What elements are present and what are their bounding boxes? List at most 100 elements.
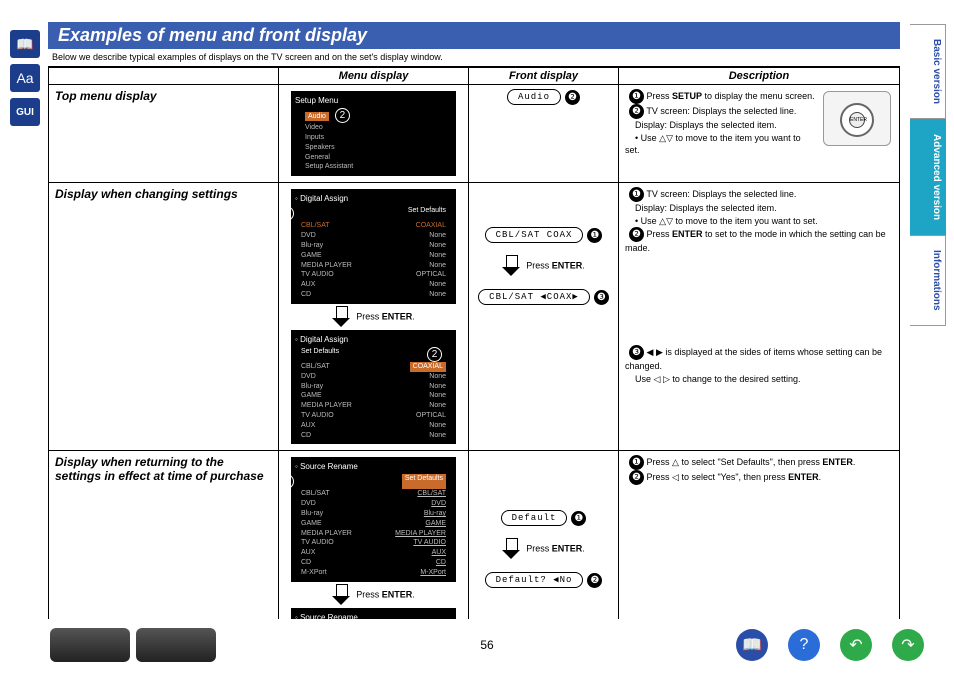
menu-value: None xyxy=(429,401,446,411)
badge-3-icon: ❸ xyxy=(594,290,609,305)
badge-1-icon: ❶ xyxy=(629,455,644,470)
page-subtitle: Below we describe typical examples of di… xyxy=(52,52,900,62)
menu-item: Inputs xyxy=(295,133,452,143)
gui-icon[interactable]: GUI xyxy=(10,98,40,126)
desc-text: • Use △▽ to move to the item you want to… xyxy=(635,216,818,226)
menu-item: DVD xyxy=(301,372,316,382)
menu-value: Blu-ray xyxy=(424,509,446,519)
col-empty xyxy=(49,67,279,85)
menu-item: AUX xyxy=(301,548,315,558)
row1-lcd: Audio xyxy=(507,89,561,105)
menu-item: AUX xyxy=(301,421,315,431)
arrow-down-icon xyxy=(332,584,350,606)
desc-text: Display: Displays the selected item. xyxy=(635,120,777,130)
arrow-down-icon xyxy=(502,255,520,277)
row2-menu2: ◦ Digital Assign Set Defaults 2 CBL/SATC… xyxy=(291,330,456,445)
menu-title: Digital Assign xyxy=(300,194,348,203)
menu-item: Video xyxy=(295,123,452,133)
page-title: Examples of menu and front display xyxy=(48,22,900,49)
badge-1-icon: ❶ xyxy=(587,228,602,243)
menu-value: COAXIAL xyxy=(416,221,446,231)
menu-title: Source Rename xyxy=(300,462,358,471)
row1-menu-screenshot: Setup Menu Audio 2 Video Inputs Speakers… xyxy=(291,91,456,176)
menu-value: GAME xyxy=(425,519,446,529)
menu-item: Setup Assistant xyxy=(295,162,452,172)
menu-value: None xyxy=(429,391,446,401)
menu-item: Blu-ray xyxy=(301,241,323,251)
menu-value: AUX xyxy=(432,548,446,558)
menu-item: CBL/SAT xyxy=(301,489,330,499)
row3-name: Display when returning to the settings i… xyxy=(55,455,272,483)
menu-value: OPTICAL xyxy=(416,411,446,421)
book-open-icon[interactable]: 📖 xyxy=(10,30,40,58)
menu-value: CBL/SAT xyxy=(417,489,446,499)
col-description: Description xyxy=(619,67,900,85)
menu-item: Blu-ray xyxy=(301,382,323,392)
menu-item: TV AUDIO xyxy=(301,270,334,280)
menu-value: None xyxy=(429,261,446,271)
left-sidebar: 📖 Aa GUI xyxy=(10,30,40,126)
badge-3-icon: ❸ xyxy=(629,345,644,360)
col-front-display: Front display xyxy=(469,67,619,85)
page-content: Examples of menu and front display Below… xyxy=(48,22,900,619)
menu-value: None xyxy=(429,251,446,261)
remote-diagram: ENTER xyxy=(823,91,891,146)
menu-topline: Set Defaults xyxy=(408,206,446,221)
badge-1-icon: ❶ xyxy=(629,89,644,104)
menu-value: None xyxy=(429,431,446,441)
menu-value: None xyxy=(429,280,446,290)
desc-text: Display: Displays the selected item. xyxy=(635,203,777,213)
menu-item: GAME xyxy=(301,251,322,261)
menu-item: TV AUDIO xyxy=(301,411,334,421)
menu-value: None xyxy=(429,382,446,392)
desc-text: Use ◁ ▷ to change to the desired setting… xyxy=(635,374,800,384)
badge-2-icon: ❷ xyxy=(629,470,644,485)
menu-title: Source Rename xyxy=(300,613,358,619)
menu-value: DVD xyxy=(431,499,446,509)
menu-value: TV AUDIO xyxy=(413,538,446,548)
menu-topline: Set Defaults xyxy=(402,474,446,489)
badge-2-icon: ❷ xyxy=(565,90,580,105)
menu-title: Digital Assign xyxy=(300,335,348,344)
aa-dict-icon[interactable]: Aa xyxy=(10,64,40,92)
tab-basic-version[interactable]: Basic version xyxy=(910,24,946,119)
desc-text: TV screen: Displays the selected line. xyxy=(646,189,796,199)
menu-item: Blu-ray xyxy=(301,509,323,519)
examples-table: Menu display Front display Description T… xyxy=(48,66,900,619)
menu-item: CD xyxy=(301,290,311,300)
row2-menu1: ◦ Digital Assign 1Set Defaults CBL/SATCO… xyxy=(291,189,456,304)
menu-item: MEDIA PLAYER xyxy=(301,261,352,271)
menu-value: CD xyxy=(436,558,446,568)
page-number: 56 xyxy=(50,638,924,652)
menu-value: M-XPort xyxy=(420,568,446,578)
menu-item: DVD xyxy=(301,499,316,509)
menu-item: AUX xyxy=(301,280,315,290)
badge-1-icon: ❶ xyxy=(571,511,586,526)
menu-value: None xyxy=(429,290,446,300)
menu-item: M-XPort xyxy=(301,568,327,578)
desc-text: to set to the mode in which the setting … xyxy=(625,229,886,253)
menu-item: CD xyxy=(301,431,311,441)
menu-value: None xyxy=(429,372,446,382)
menu-title: Setup Menu xyxy=(295,95,452,106)
badge-2-icon: ❷ xyxy=(629,104,644,119)
menu-value: MEDIA PLAYER xyxy=(395,529,446,539)
tab-informations[interactable]: Informations xyxy=(910,235,946,326)
row3-menu1: ◦ Source Rename 1Set Defaults CBL/SATCBL… xyxy=(291,457,456,581)
tab-advanced-version[interactable]: Advanced version xyxy=(910,119,946,235)
row3-lcd2: Default? ◀No xyxy=(485,572,584,588)
menu-item: CBL/SAT xyxy=(301,221,330,231)
badge-2-icon: ❷ xyxy=(587,573,602,588)
desc-text: TV screen: Displays the selected line. xyxy=(646,106,796,116)
menu-value: None xyxy=(429,421,446,431)
menu-item: GAME xyxy=(301,519,322,529)
menu-item: CD xyxy=(301,558,311,568)
row1-name: Top menu display xyxy=(55,89,272,103)
desc-text: ◀ ▶ is displayed at the sides of items w… xyxy=(625,347,882,371)
menu-value: None xyxy=(429,231,446,241)
row2-lcd2: CBL/SAT ◀COAX▶ xyxy=(478,289,590,305)
row2-lcd1: CBL/SAT COAX xyxy=(485,227,584,243)
bottom-nav: 56 📖 ? ↶ ↷ xyxy=(50,625,924,665)
col-menu-display: Menu display xyxy=(279,67,469,85)
menu-item: GAME xyxy=(301,391,322,401)
